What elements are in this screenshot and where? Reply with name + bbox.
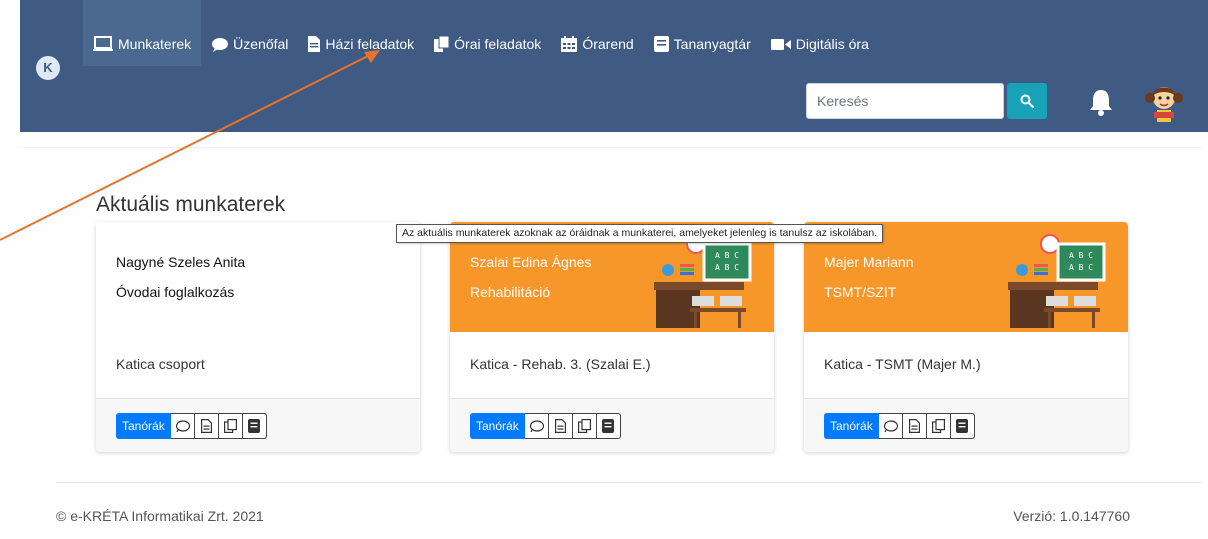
speech-bubble-icon [883,419,898,432]
materials-button[interactable] [596,413,621,439]
document-icon [554,419,566,433]
search-icon [1020,94,1034,108]
logo-letter: K [43,60,53,75]
svg-text:A B C: A B C [1069,263,1093,272]
section-title: Aktuális munkaterek [96,193,286,216]
document-icon [200,419,212,433]
section-tooltip: Az aktuális munkaterek azoknak az óráidn… [396,224,884,243]
messages-button[interactable] [878,413,903,439]
nav-label-digitalis-ora: Digitális óra [795,36,869,52]
homework-button[interactable] [548,413,573,439]
card-teacher: Szalai Edina Ágnes [470,254,592,270]
nav-item-digitalis-ora[interactable]: Digitális óra [761,0,879,66]
card-footer: Tanórák [450,398,774,452]
sub-header-bar [20,132,1202,148]
video-camera-icon [770,38,791,50]
footer-copyright: © e-KRÉTA Informatikai Zrt. 2021 [56,508,264,524]
nav-label-tananyagtar: Tananyagtár [673,36,751,52]
card-subject: Óvodai foglalkozás [116,284,235,300]
svg-text:A B C: A B C [715,263,739,272]
main-nav: Munkaterek Üzenőfal Házi feladatok Órai … [83,0,879,66]
workspace-card[interactable]: Nagyné Szeles Anita Óvodai foglalkozás K… [96,222,420,452]
nav-item-munkaterek[interactable]: Munkaterek [83,0,202,66]
homework-button[interactable] [902,413,927,439]
card-group: Katica csoport [116,356,205,372]
document-icon [908,419,920,433]
lessons-button[interactable]: Tanórák [824,413,879,439]
speech-bubble-icon [212,37,229,52]
card-group: Katica - TSMT (Majer M.) [824,356,981,372]
book-icon [956,419,969,433]
messages-button[interactable] [524,413,549,439]
homework-button[interactable] [194,413,219,439]
card-footer: Tanórák [804,398,1128,452]
calendar-icon [561,36,578,52]
card-teacher: Majer Mariann [824,254,914,270]
nav-item-orai-feladatok[interactable]: Órai feladatok [424,0,551,66]
materials-button[interactable] [950,413,975,439]
search-input[interactable] [806,83,1004,119]
bell-icon[interactable] [1088,88,1114,116]
card-button-group: Tanórák [824,413,975,439]
class-tasks-button[interactable] [218,413,243,439]
nav-label-hazi-feladatok: Házi feladatok [325,36,415,52]
workspace-card[interactable]: Szalai Edina Ágnes Rehabilitáció A B C A… [450,222,774,452]
card-footer: Tanórák [96,398,420,452]
svg-text:A B C: A B C [1069,251,1093,260]
nav-label-uzenofal: Üzenőfal [233,36,289,52]
classroom-illustration: A B C A B C [1008,234,1106,328]
copy-icon [577,419,591,433]
speech-bubble-icon [175,419,190,432]
footer-version: Verzió: 1.0.147760 [1013,508,1130,524]
book-icon [602,419,615,433]
card-button-group: Tanórák [116,413,267,439]
nav-label-orai-feladatok: Órai feladatok [454,36,542,52]
card-subject: TSMT/SZIT [824,284,897,300]
speech-bubble-icon [529,419,544,432]
materials-button[interactable] [242,413,267,439]
nav-item-uzenofal[interactable]: Üzenőfal [201,0,298,66]
copy-icon [434,36,450,52]
workspace-card[interactable]: Majer Mariann TSMT/SZIT A B C A B C Kati… [804,222,1128,452]
card-header: Nagyné Szeles Anita Óvodai foglalkozás [96,222,420,332]
card-group: Katica - Rehab. 3. (Szalai E.) [470,356,651,372]
classroom-illustration: A B C A B C [654,234,752,328]
nav-item-tananyagtar[interactable]: Tananyagtár [644,0,761,66]
nav-label-munkaterek: Munkaterek [118,36,192,52]
card-button-group: Tanórák [470,413,621,439]
copy-icon [223,419,237,433]
class-tasks-button[interactable] [926,413,951,439]
avatar[interactable] [1144,80,1184,124]
lessons-button[interactable]: Tanórák [116,413,171,439]
laptop-icon [93,36,113,51]
nav-item-hazi-feladatok[interactable]: Házi feladatok [298,0,424,66]
footer-divider [56,482,1202,483]
copy-icon [931,419,945,433]
lessons-button[interactable]: Tanórák [470,413,525,439]
search-button[interactable] [1007,83,1047,119]
nav-item-orarend[interactable]: Órarend [551,0,643,66]
svg-text:A B C: A B C [715,251,739,260]
document-icon [308,36,321,52]
nav-label-orarend: Órarend [582,36,634,52]
kreta-logo[interactable]: K [36,56,60,80]
page: K Munkaterek Üzenőfal Házi feladatok Óra… [0,0,1208,539]
card-subject: Rehabilitáció [470,284,551,300]
card-teacher: Nagyné Szeles Anita [116,254,246,270]
book-icon [248,419,261,433]
class-tasks-button[interactable] [572,413,597,439]
messages-button[interactable] [170,413,195,439]
book-icon [653,36,669,52]
